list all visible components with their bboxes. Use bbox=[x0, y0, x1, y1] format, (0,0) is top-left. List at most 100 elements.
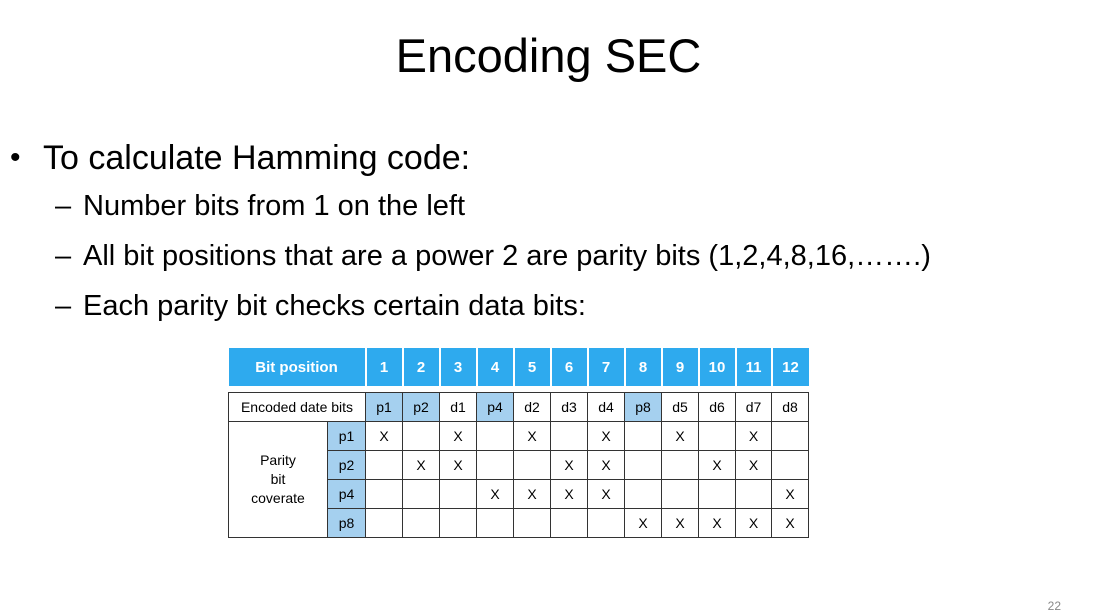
coverage-cell bbox=[624, 450, 662, 480]
encoded-bit-cell: d7 bbox=[735, 392, 772, 422]
bullet-list: • To calculate Hamming code: – Number bi… bbox=[10, 135, 1090, 331]
coverage-cell bbox=[624, 479, 662, 509]
coverage-cell: X bbox=[476, 479, 514, 509]
coverage-cell: X bbox=[587, 421, 625, 451]
position-cell: 8 bbox=[624, 348, 663, 386]
parity-row-label: p1 bbox=[327, 421, 366, 451]
coverage-cell bbox=[550, 421, 588, 451]
coverage-cell bbox=[402, 479, 440, 509]
position-cell: 12 bbox=[771, 348, 809, 386]
coverage-cell: X bbox=[661, 508, 699, 538]
coverage-cell bbox=[661, 479, 699, 509]
sub-bullet-text: All bit positions that are a power 2 are… bbox=[83, 240, 931, 272]
page-number: 22 bbox=[1047, 599, 1061, 613]
position-cell: 6 bbox=[550, 348, 589, 386]
coverage-cell bbox=[587, 508, 625, 538]
parity-row-label: p4 bbox=[327, 479, 366, 509]
coverage-cell bbox=[365, 479, 403, 509]
encoded-bits-row: Encoded date bits p1 p2 d1 p4 d2 d3 d4 p8 d5 d6 d7 d… bbox=[228, 392, 809, 422]
position-cell: 2 bbox=[402, 348, 441, 386]
coverage-cell bbox=[365, 450, 403, 480]
parity-coverage-label-line: coverate bbox=[251, 490, 305, 506]
encoded-bit-cell: p4 bbox=[476, 392, 514, 422]
coverage-cell: X bbox=[735, 450, 772, 480]
position-cell: 7 bbox=[587, 348, 626, 386]
coverage-cell: X bbox=[550, 450, 588, 480]
slide-title: Encoding SEC bbox=[395, 29, 702, 82]
coverage-cell: X bbox=[735, 421, 772, 451]
coverage-cell: X bbox=[439, 450, 477, 480]
coverage-cell: X bbox=[771, 479, 809, 509]
position-cell: 3 bbox=[439, 348, 478, 386]
parity-coverage-label-line: bit bbox=[270, 471, 286, 487]
coverage-cell bbox=[735, 479, 772, 509]
sub-bullet-text: Each parity bit checks certain data bits… bbox=[83, 290, 586, 322]
bit-position-header: Bit position bbox=[228, 348, 367, 386]
hamming-coverage-table: Bit position 1 2 3 4 5 6 7 8 9 10 11 12 Encoded date … bbox=[228, 348, 809, 538]
encoded-bit-cell: p1 bbox=[365, 392, 403, 422]
sub-bullet: – All bit positions that are a power 2 a… bbox=[10, 231, 1090, 281]
coverage-cell bbox=[698, 479, 736, 509]
parity-row-label: p8 bbox=[327, 508, 366, 538]
dash-icon: – bbox=[55, 240, 72, 272]
header-row: Bit position 1 2 3 4 5 6 7 8 9 10 11 12 bbox=[228, 348, 809, 386]
coverage-cell: X bbox=[661, 421, 699, 451]
encoded-bit-cell: d2 bbox=[513, 392, 551, 422]
encoded-bit-cell: p2 bbox=[402, 392, 440, 422]
coverage-cell: X bbox=[513, 421, 551, 451]
sub-bullet: – Number bits from 1 on the left bbox=[10, 181, 1090, 231]
coverage-cell bbox=[771, 450, 809, 480]
bullet-dot-icon: • bbox=[10, 141, 21, 174]
encoded-bit-cell: d8 bbox=[771, 392, 809, 422]
coverage-cell: X bbox=[513, 479, 551, 509]
encoded-bit-cell: d3 bbox=[550, 392, 588, 422]
encoded-bit-cell: d1 bbox=[439, 392, 477, 422]
coverage-cell bbox=[439, 479, 477, 509]
position-cell: 11 bbox=[735, 348, 773, 386]
coverage-cell bbox=[550, 508, 588, 538]
dash-icon: – bbox=[55, 290, 72, 322]
encoded-bit-cell: p8 bbox=[624, 392, 662, 422]
coverage-cell bbox=[771, 421, 809, 451]
parity-row-label: p2 bbox=[327, 450, 366, 480]
encoded-label: Encoded date bits bbox=[228, 392, 366, 422]
coverage-cell bbox=[698, 421, 736, 451]
sub-bullet: – Each parity bit checks certain data bi… bbox=[10, 281, 1090, 331]
coverage-cell bbox=[476, 508, 514, 538]
parity-coverage-label-line: Parity bbox=[260, 452, 296, 468]
coverage-cell: X bbox=[365, 421, 403, 451]
parity-coverage-label: Parity bit coverate bbox=[228, 421, 328, 538]
coverage-cell bbox=[661, 450, 699, 480]
dash-icon: – bbox=[55, 190, 72, 222]
coverage-cell: X bbox=[402, 450, 440, 480]
encoded-bit-cell: d5 bbox=[661, 392, 699, 422]
sub-bullet-text: Number bits from 1 on the left bbox=[83, 190, 465, 222]
coverage-cell: X bbox=[587, 479, 625, 509]
coverage-cell bbox=[513, 508, 551, 538]
coverage-cell: X bbox=[439, 421, 477, 451]
position-cell: 4 bbox=[476, 348, 515, 386]
coverage-cell bbox=[624, 421, 662, 451]
coverage-cell bbox=[476, 450, 514, 480]
encoded-bit-cell: d4 bbox=[587, 392, 625, 422]
coverage-cell bbox=[402, 421, 440, 451]
bullet-main: • To calculate Hamming code: bbox=[10, 135, 1090, 181]
coverage-cell bbox=[365, 508, 403, 538]
coverage-cell bbox=[476, 421, 514, 451]
coverage-cell: X bbox=[550, 479, 588, 509]
coverage-cell: X bbox=[698, 508, 736, 538]
coverage-cell bbox=[439, 508, 477, 538]
coverage-cell: X bbox=[698, 450, 736, 480]
coverage-row: Parity bit coverate p1 X X X X X X bbox=[228, 421, 809, 538]
position-cell: 9 bbox=[661, 348, 700, 386]
coverage-cell bbox=[402, 508, 440, 538]
coverage-cell: X bbox=[771, 508, 809, 538]
coverage-cell bbox=[513, 450, 551, 480]
coverage-cell: X bbox=[624, 508, 662, 538]
position-cell: 1 bbox=[365, 348, 404, 386]
encoded-bit-cell: d6 bbox=[698, 392, 736, 422]
coverage-cell: X bbox=[587, 450, 625, 480]
position-cell: 5 bbox=[513, 348, 552, 386]
bullet-main-text: To calculate Hamming code: bbox=[43, 139, 471, 177]
position-cell: 10 bbox=[698, 348, 737, 386]
